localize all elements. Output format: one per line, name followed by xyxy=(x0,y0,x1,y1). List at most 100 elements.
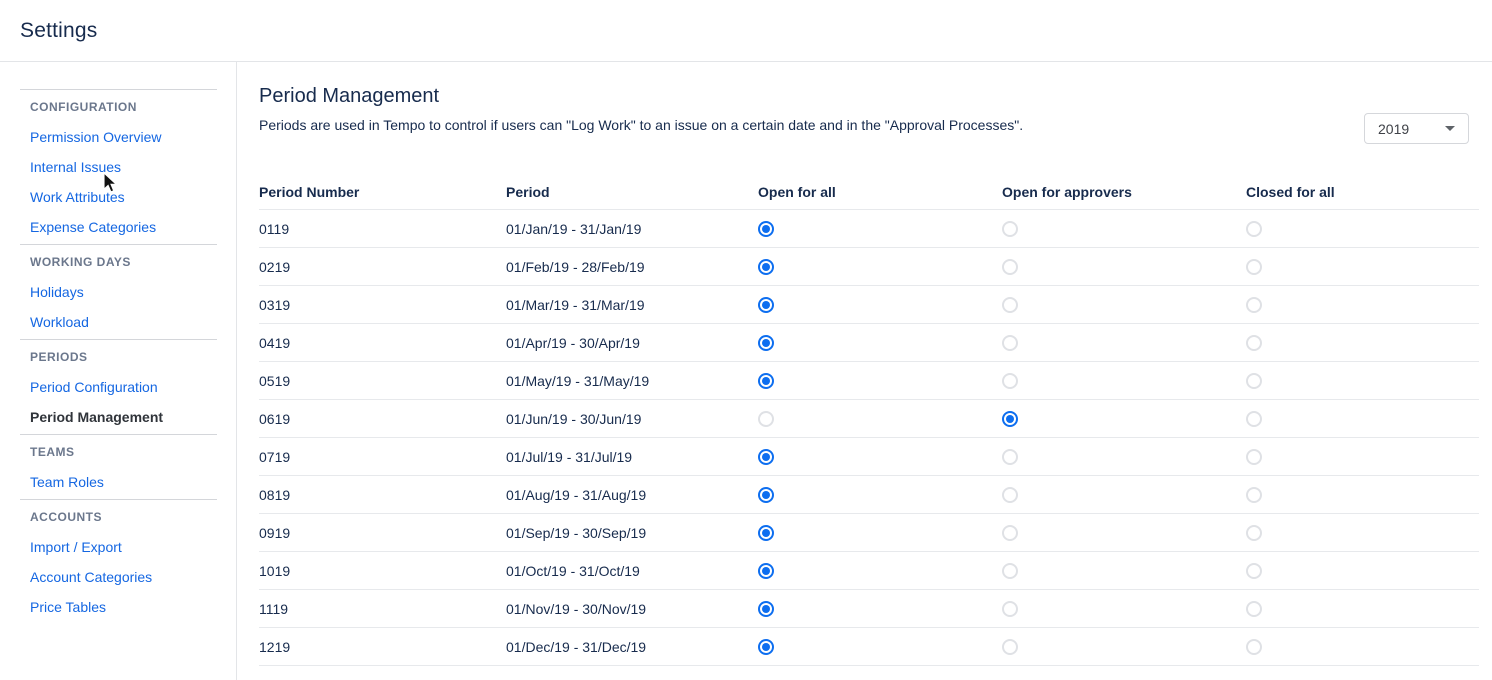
sidebar-section-configuration: CONFIGURATIONPermission OverviewInternal… xyxy=(0,89,236,244)
sidebar-section-heading: ACCOUNTS xyxy=(30,502,236,532)
sidebar-item-work-attributes[interactable]: Work Attributes xyxy=(30,182,236,212)
radio-closed-for-all[interactable] xyxy=(1246,449,1262,465)
period-number-cell: 0719 xyxy=(259,449,506,465)
radio-cell-open-for-approvers xyxy=(1002,220,1246,237)
radio-open-for-all[interactable] xyxy=(758,449,774,465)
radio-cell-open-for-all xyxy=(758,524,1002,541)
table-row: 041901/Apr/19 - 30/Apr/19 xyxy=(259,324,1479,362)
period-number-cell: 0119 xyxy=(259,221,506,237)
column-header-closed-for-all: Closed for all xyxy=(1246,184,1479,209)
radio-open-for-all[interactable] xyxy=(758,563,774,579)
radio-cell-closed-for-all xyxy=(1246,600,1479,617)
radio-cell-open-for-approvers xyxy=(1002,410,1246,427)
sidebar-item-account-categories[interactable]: Account Categories xyxy=(30,562,236,592)
radio-open-for-approvers[interactable] xyxy=(1002,601,1018,617)
sidebar-section-divider xyxy=(20,339,217,340)
period-number-cell: 0319 xyxy=(259,297,506,313)
radio-open-for-all[interactable] xyxy=(758,297,774,313)
radio-closed-for-all[interactable] xyxy=(1246,411,1262,427)
section-description: Periods are used in Tempo to control if … xyxy=(259,117,1479,134)
radio-closed-for-all[interactable] xyxy=(1246,373,1262,389)
radio-open-for-all[interactable] xyxy=(758,411,774,427)
radio-closed-for-all[interactable] xyxy=(1246,563,1262,579)
sidebar-item-period-management[interactable]: Period Management xyxy=(30,402,236,432)
table-row: 111901/Nov/19 - 30/Nov/19 xyxy=(259,590,1479,628)
sidebar-item-import-export[interactable]: Import / Export xyxy=(30,532,236,562)
sidebar: CONFIGURATIONPermission OverviewInternal… xyxy=(0,62,237,680)
radio-closed-for-all[interactable] xyxy=(1246,487,1262,503)
period-number-cell: 0819 xyxy=(259,487,506,503)
sidebar-item-price-tables[interactable]: Price Tables xyxy=(30,592,236,622)
sidebar-item-team-roles[interactable]: Team Roles xyxy=(30,467,236,497)
radio-closed-for-all[interactable] xyxy=(1246,601,1262,617)
radio-open-for-all[interactable] xyxy=(758,525,774,541)
period-number-cell: 1019 xyxy=(259,563,506,579)
radio-cell-open-for-all xyxy=(758,486,1002,503)
radio-open-for-approvers[interactable] xyxy=(1002,373,1018,389)
radio-open-for-approvers[interactable] xyxy=(1002,449,1018,465)
sidebar-section-heading: WORKING DAYS xyxy=(30,247,236,277)
sidebar-section-working-days: WORKING DAYSHolidaysWorkload xyxy=(0,244,236,339)
chevron-down-icon xyxy=(1445,126,1455,131)
radio-cell-open-for-approvers xyxy=(1002,486,1246,503)
radio-open-for-all[interactable] xyxy=(758,259,774,275)
radio-cell-open-for-approvers xyxy=(1002,562,1246,579)
sidebar-section-divider xyxy=(20,434,217,435)
radio-open-for-all[interactable] xyxy=(758,639,774,655)
radio-closed-for-all[interactable] xyxy=(1246,221,1262,237)
radio-cell-open-for-all xyxy=(758,638,1002,655)
radio-cell-open-for-all xyxy=(758,372,1002,389)
sidebar-item-expense-categories[interactable]: Expense Categories xyxy=(30,212,236,242)
radio-cell-closed-for-all xyxy=(1246,334,1479,351)
column-header-open-for-all: Open for all xyxy=(758,184,1002,209)
column-header-period-number: Period Number xyxy=(259,184,506,209)
radio-cell-open-for-approvers xyxy=(1002,638,1246,655)
sidebar-section-heading: TEAMS xyxy=(30,437,236,467)
radio-cell-closed-for-all xyxy=(1246,258,1479,275)
radio-open-for-approvers[interactable] xyxy=(1002,563,1018,579)
radio-cell-open-for-all xyxy=(758,600,1002,617)
radio-cell-open-for-approvers xyxy=(1002,372,1246,389)
table-row: 071901/Jul/19 - 31/Jul/19 xyxy=(259,438,1479,476)
radio-closed-for-all[interactable] xyxy=(1246,335,1262,351)
sidebar-section-accounts: ACCOUNTSImport / ExportAccount Categorie… xyxy=(0,499,236,624)
radio-cell-open-for-all xyxy=(758,410,1002,427)
period-range-cell: 01/Feb/19 - 28/Feb/19 xyxy=(506,259,758,275)
radio-open-for-approvers[interactable] xyxy=(1002,525,1018,541)
radio-open-for-all[interactable] xyxy=(758,373,774,389)
sidebar-section-periods: PERIODSPeriod ConfigurationPeriod Manage… xyxy=(0,339,236,434)
radio-open-for-approvers[interactable] xyxy=(1002,297,1018,313)
radio-open-for-all[interactable] xyxy=(758,487,774,503)
radio-closed-for-all[interactable] xyxy=(1246,525,1262,541)
radio-cell-open-for-approvers xyxy=(1002,524,1246,541)
radio-closed-for-all[interactable] xyxy=(1246,297,1262,313)
radio-open-for-approvers[interactable] xyxy=(1002,487,1018,503)
period-number-cell: 0519 xyxy=(259,373,506,389)
radio-cell-open-for-approvers xyxy=(1002,600,1246,617)
year-select[interactable]: 2019 xyxy=(1364,113,1469,144)
period-range-cell: 01/Mar/19 - 31/Mar/19 xyxy=(506,297,758,313)
radio-closed-for-all[interactable] xyxy=(1246,259,1262,275)
sidebar-item-permission-overview[interactable]: Permission Overview xyxy=(30,122,236,152)
sidebar-item-period-configuration[interactable]: Period Configuration xyxy=(30,372,236,402)
sidebar-section-heading: CONFIGURATION xyxy=(30,92,236,122)
radio-open-for-approvers[interactable] xyxy=(1002,335,1018,351)
radio-open-for-approvers[interactable] xyxy=(1002,259,1018,275)
period-number-cell: 0919 xyxy=(259,525,506,541)
radio-open-for-all[interactable] xyxy=(758,335,774,351)
radio-closed-for-all[interactable] xyxy=(1246,639,1262,655)
radio-open-for-all[interactable] xyxy=(758,601,774,617)
radio-cell-closed-for-all xyxy=(1246,372,1479,389)
sidebar-item-workload[interactable]: Workload xyxy=(30,307,236,337)
sidebar-section-divider xyxy=(20,499,217,500)
radio-open-for-all[interactable] xyxy=(758,221,774,237)
radio-open-for-approvers[interactable] xyxy=(1002,639,1018,655)
sidebar-item-holidays[interactable]: Holidays xyxy=(30,277,236,307)
sidebar-item-internal-issues[interactable]: Internal Issues xyxy=(30,152,236,182)
radio-cell-closed-for-all xyxy=(1246,448,1479,465)
radio-open-for-approvers[interactable] xyxy=(1002,221,1018,237)
table-row: 091901/Sep/19 - 30/Sep/19 xyxy=(259,514,1479,552)
sidebar-section-divider xyxy=(20,89,217,90)
radio-open-for-approvers[interactable] xyxy=(1002,411,1018,427)
radio-cell-open-for-approvers xyxy=(1002,334,1246,351)
